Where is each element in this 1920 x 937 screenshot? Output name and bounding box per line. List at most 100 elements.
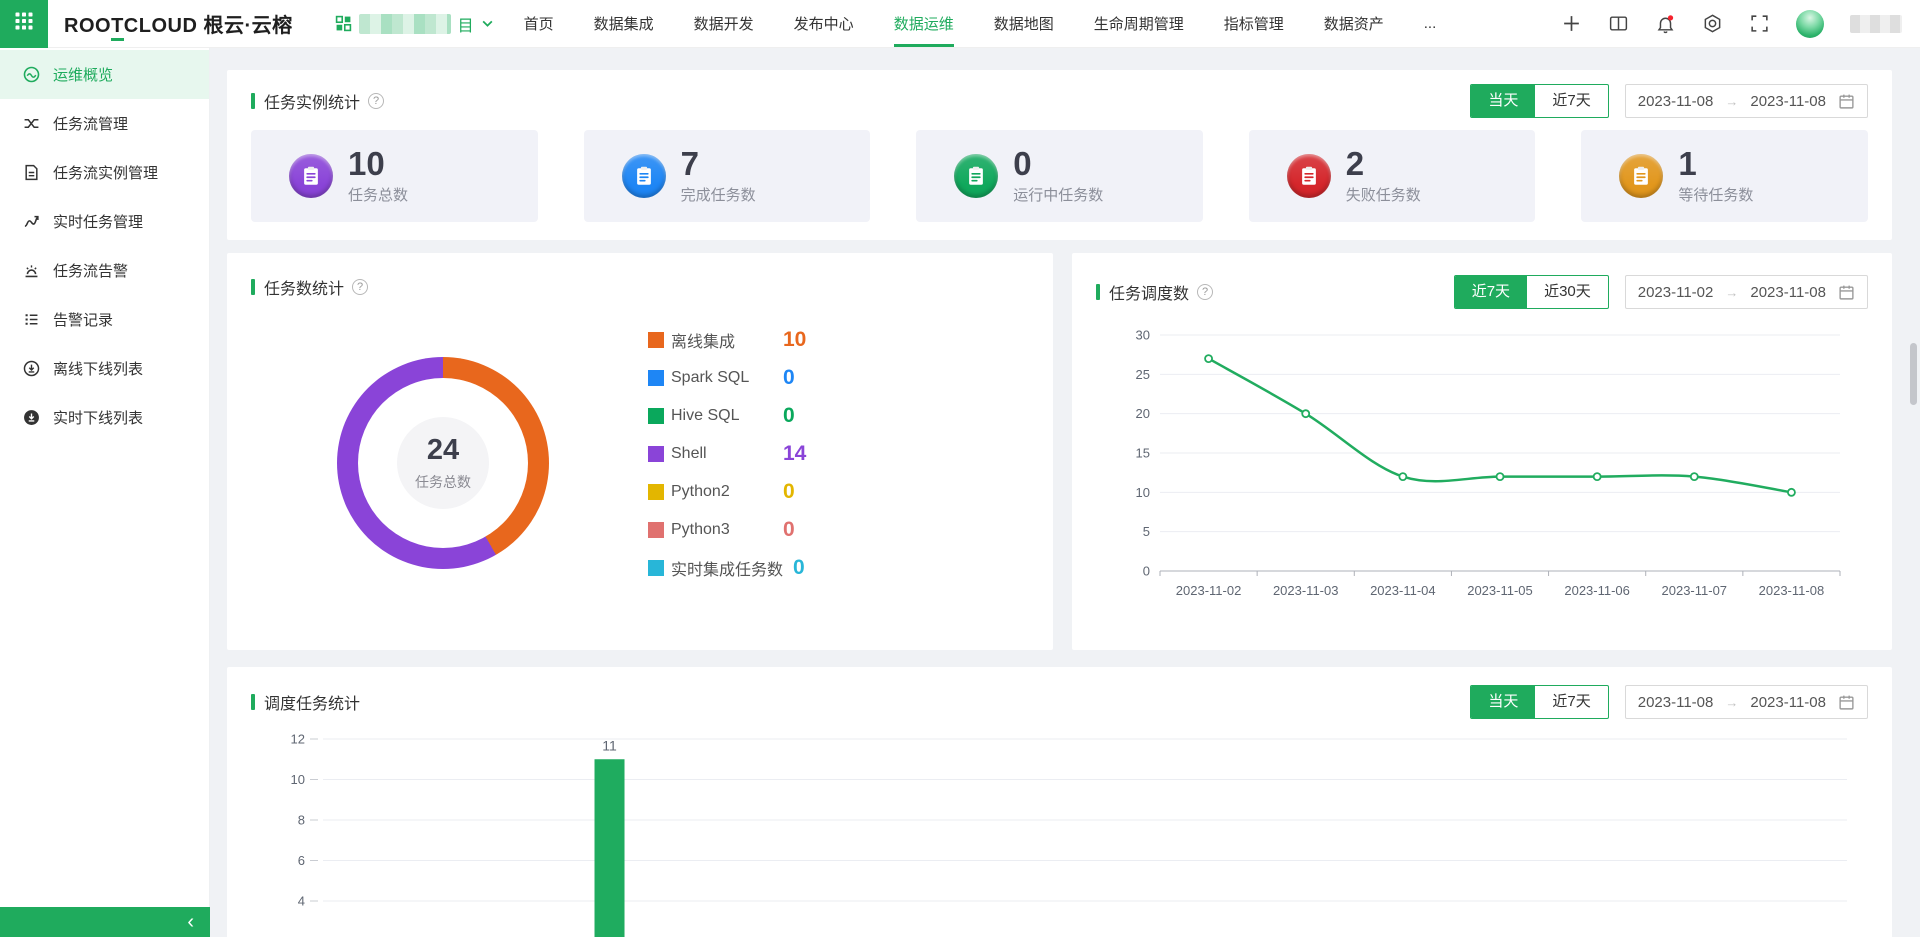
- svg-text:2023-11-04: 2023-11-04: [1370, 583, 1436, 598]
- legend-value: 14: [783, 442, 806, 466]
- legend-swatch: [648, 522, 664, 538]
- stat-card-value: 1: [1678, 147, 1753, 181]
- help-icon[interactable]: ?: [368, 93, 384, 109]
- nav-item-1[interactable]: 首页: [524, 0, 554, 47]
- toggle-option-1[interactable]: 近7天: [1455, 276, 1527, 308]
- line-chart: 0510152025302023-11-022023-11-032023-11-…: [1090, 313, 1870, 633]
- sidebar-item-label: 任务流实例管理: [53, 162, 158, 183]
- clipboard-icon: [1287, 154, 1331, 198]
- list-icon: [23, 311, 40, 328]
- toggle-option-2[interactable]: 近30天: [1527, 276, 1608, 308]
- svg-text:15: 15: [1136, 446, 1150, 461]
- nav-item-4[interactable]: 发布中心: [794, 0, 854, 47]
- clipboard-icon: [289, 154, 333, 198]
- title-accent-bar: [251, 279, 255, 295]
- toggle-option-1[interactable]: 当天: [1471, 686, 1535, 718]
- plus-icon[interactable]: [1561, 13, 1582, 34]
- time-range-toggle: 近7天近30天: [1454, 275, 1609, 309]
- nav-item-9[interactable]: 数据资产: [1324, 0, 1384, 47]
- section-header: 调度任务统计 当天近7天 2023-11-08→2023-11-08: [227, 667, 1892, 719]
- sidebar-item-1[interactable]: 运维概览: [0, 50, 209, 99]
- legend-swatch: [648, 370, 664, 386]
- legend-item-1[interactable]: 离线集成10: [648, 321, 806, 359]
- sidebar-item-2[interactable]: 任务流管理: [0, 99, 209, 148]
- legend-item-7[interactable]: 实时集成任务数0: [648, 549, 806, 587]
- section-title: 调度任务统计: [251, 690, 360, 714]
- sidebar-item-label: 任务流告警: [53, 260, 128, 281]
- legend-item-3[interactable]: Hive SQL 0: [648, 397, 806, 435]
- svg-text:12: 12: [291, 732, 305, 747]
- nav-item-10[interactable]: ...: [1424, 0, 1437, 47]
- app-root: ROOTCLOUD 根云·云榕 目 首页数据集成数据开发发布中心数据运维数据地图…: [0, 0, 1920, 937]
- book-icon[interactable]: [1608, 13, 1629, 34]
- legend-label: 实时集成任务数: [671, 556, 783, 580]
- nav-item-3[interactable]: 数据开发: [694, 0, 754, 47]
- sidebar-item-7[interactable]: 离线下线列表: [0, 344, 209, 393]
- toggle-option-2[interactable]: 近7天: [1535, 85, 1607, 117]
- stat-card-label: 失败任务数: [1346, 184, 1421, 205]
- nav-item-6[interactable]: 数据地图: [994, 0, 1054, 47]
- sidebar-item-label: 实时任务管理: [53, 211, 143, 232]
- chevron-down-icon: [481, 17, 494, 30]
- sidebar-collapse-button[interactable]: ‹: [0, 907, 210, 937]
- project-selector[interactable]: 目: [335, 12, 494, 36]
- nav-item-5[interactable]: 数据运维: [894, 0, 954, 47]
- project-name-redacted: [359, 14, 451, 34]
- gauge-icon: [23, 66, 40, 83]
- stat-card-2: 7完成任务数: [584, 130, 871, 222]
- section-header: 任务数统计 ?: [227, 253, 1053, 299]
- svg-text:10: 10: [291, 772, 305, 787]
- gear-icon[interactable]: [1702, 13, 1723, 34]
- legend-item-2[interactable]: Spark SQL0: [648, 359, 806, 397]
- avatar[interactable]: [1796, 10, 1824, 38]
- title-accent-bar: [251, 694, 255, 710]
- svg-text:20: 20: [1136, 406, 1150, 421]
- date-range-picker[interactable]: 2023-11-08→2023-11-08: [1625, 84, 1868, 118]
- scrollbar-thumb[interactable]: [1910, 343, 1917, 405]
- legend-value: 0: [783, 404, 795, 428]
- svg-text:8: 8: [298, 813, 305, 828]
- toggle-option-2[interactable]: 近7天: [1535, 686, 1607, 718]
- clipboard-icon: [1619, 154, 1663, 198]
- section-title-text: 调度任务统计: [264, 690, 360, 714]
- sidebar-item-4[interactable]: 实时任务管理: [0, 197, 209, 246]
- calendar-icon[interactable]: [1838, 284, 1855, 301]
- help-icon[interactable]: ?: [1197, 284, 1213, 300]
- nav-item-2[interactable]: 数据集成: [594, 0, 654, 47]
- calendar-icon[interactable]: [1838, 694, 1855, 711]
- date-range-picker[interactable]: 2023-11-02→2023-11-08: [1625, 275, 1868, 309]
- bell-icon[interactable]: [1655, 13, 1676, 34]
- help-icon[interactable]: ?: [352, 279, 368, 295]
- legend-label: Hive SQL: [671, 407, 773, 425]
- arrow-right-icon: →: [1725, 94, 1738, 109]
- nav-item-8[interactable]: 指标管理: [1224, 0, 1284, 47]
- legend-swatch: [648, 446, 664, 462]
- sidebar-item-label: 任务流管理: [53, 113, 128, 134]
- username-redacted[interactable]: [1850, 15, 1902, 33]
- topbar-actions: [1561, 10, 1920, 38]
- legend-swatch: [648, 332, 664, 348]
- donut-total-label: 任务总数: [415, 472, 471, 492]
- sidebar-item-3[interactable]: 任务流实例管理: [0, 148, 209, 197]
- doc-icon: [23, 164, 40, 181]
- date-from: 2023-11-08: [1638, 694, 1714, 711]
- legend-item-6[interactable]: Python30: [648, 511, 806, 549]
- date-range-picker[interactable]: 2023-11-08→2023-11-08: [1625, 685, 1868, 719]
- donut-center: 24 任务总数: [397, 417, 489, 509]
- section-header: 任务调度数 ? 近7天近30天2023-11-02→2023-11-08: [1072, 253, 1892, 309]
- svg-text:2023-11-03: 2023-11-03: [1273, 583, 1339, 598]
- app-grid-button[interactable]: [0, 0, 48, 48]
- fullscreen-icon[interactable]: [1749, 13, 1770, 34]
- sidebar-item-6[interactable]: 告警记录: [0, 295, 209, 344]
- main-content: 任务实例统计 ? 当天近7天2023-11-08→2023-11-08 10任务…: [210, 48, 1920, 937]
- donut-chart: 24 任务总数: [337, 357, 549, 569]
- calendar-icon[interactable]: [1838, 93, 1855, 110]
- sidebar-item-5[interactable]: 任务流告警: [0, 246, 209, 295]
- nav-item-7[interactable]: 生命周期管理: [1094, 0, 1184, 47]
- stat-card-5: 1等待任务数: [1581, 130, 1868, 222]
- sidebar-item-8[interactable]: 实时下线列表: [0, 393, 209, 442]
- legend-item-5[interactable]: Python20: [648, 473, 806, 511]
- toggle-option-1[interactable]: 当天: [1471, 85, 1535, 117]
- legend-item-4[interactable]: Shell14: [648, 435, 806, 473]
- stat-card-value: 7: [681, 147, 756, 181]
